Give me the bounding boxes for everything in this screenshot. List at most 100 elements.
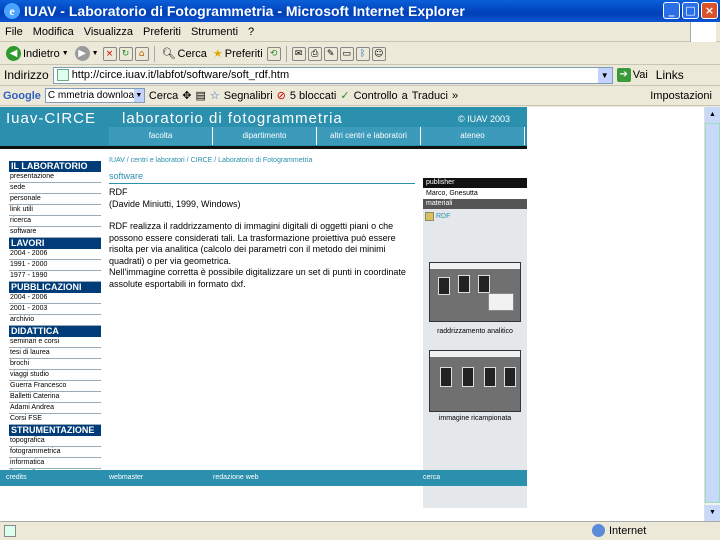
print-icon[interactable]: ⎙: [307, 46, 322, 61]
header-divider: [0, 146, 527, 149]
sidebar-section-title[interactable]: IL LABORATORIO: [9, 161, 101, 172]
sidebar-item[interactable]: 2004 - 2006: [9, 293, 101, 304]
standard-toolbar: ◀ Indietro ▼ ▶ ▼ × ↻ ⌂ 🔍︎ Cerca ★ Prefer…: [0, 43, 720, 65]
popup-blocked-count[interactable]: 5 bloccati: [290, 90, 336, 102]
address-dropdown-icon[interactable]: ▼: [597, 67, 612, 83]
sidebar-item[interactable]: 1991 - 2000: [9, 260, 101, 271]
menu-file[interactable]: File: [0, 26, 28, 38]
sidebar-item[interactable]: 2004 - 2006: [9, 249, 101, 260]
google-search-button[interactable]: Cerca: [149, 90, 178, 102]
footer-webmaster[interactable]: webmaster: [109, 474, 143, 481]
sidebar-item[interactable]: ricerca: [9, 216, 101, 227]
rdf-download-link[interactable]: RDF: [425, 212, 450, 221]
sidebar-item[interactable]: Corsi FSE: [9, 414, 101, 425]
go-arrow-icon: ➔: [616, 68, 631, 82]
google-search-input[interactable]: C mmetria download ▼: [44, 88, 145, 103]
sidebar-item[interactable]: topografica: [9, 436, 101, 447]
sidebar-item[interactable]: Guerra Francesco: [9, 381, 101, 392]
links-button[interactable]: Links: [656, 68, 684, 82]
site-copyright: © IUAV 2003: [458, 114, 510, 124]
tab-ateneo[interactable]: ateneo: [421, 127, 525, 145]
google-logo: Google: [3, 89, 41, 102]
translate-icon: a: [401, 89, 408, 102]
spellcheck-icon: ✓: [340, 90, 350, 102]
menu-help[interactable]: ?: [243, 26, 259, 38]
footer-credits[interactable]: credits: [6, 474, 27, 481]
sidebar-section-title[interactable]: DIDATTICA: [9, 326, 101, 337]
sidebar-item[interactable]: archivio: [9, 315, 101, 326]
sidebar-item[interactable]: 1977 - 1990: [9, 271, 101, 282]
site-title-left[interactable]: Iuav-CIRCE: [6, 110, 96, 127]
tab-dipartimento[interactable]: dipartimento: [213, 127, 317, 145]
maximize-button[interactable]: □: [682, 2, 699, 19]
bluetooth-icon[interactable]: ᛒ: [355, 46, 370, 61]
edit-icon[interactable]: ✎: [323, 46, 338, 61]
description-paragraph-1: RDF realizza il raddrizzamento di immagi…: [109, 221, 396, 266]
sidebar-item[interactable]: fotogrammetrica: [9, 447, 101, 458]
scroll-up-icon[interactable]: ▲: [705, 107, 720, 123]
sidebar-section-title[interactable]: STRUMENTAZIONE: [9, 425, 101, 436]
breadcrumb[interactable]: IUAV / centri e laboratori / CIRCE / Lab…: [109, 157, 312, 164]
sidebar-item[interactable]: link utili: [9, 205, 101, 216]
scroll-down-icon[interactable]: ▼: [705, 505, 720, 521]
search-icon: 🔍︎: [161, 48, 176, 60]
menu-visualizza[interactable]: Visualizza: [79, 26, 138, 38]
sidebar-item[interactable]: brochi: [9, 359, 101, 370]
sidebar-item[interactable]: seminari e corsi: [9, 337, 101, 348]
search-button[interactable]: 🔍︎ Cerca: [160, 47, 209, 61]
browser-window: e IUAV - Laboratorio di Fotogrammetria -…: [0, 0, 720, 540]
messenger-icon[interactable]: ☺: [371, 46, 386, 61]
address-input[interactable]: http://circe.iuav.it/labfot/software/sof…: [52, 66, 613, 84]
sidebar-item[interactable]: Adami Andrea: [9, 403, 101, 414]
security-zone: Internet: [592, 524, 646, 537]
bookmarks-button[interactable]: Segnalibri: [224, 90, 273, 102]
go-button[interactable]: ➔ Vai: [616, 68, 648, 82]
materials-heading: materiali: [423, 199, 527, 209]
pagerank-icon[interactable]: ▤: [195, 89, 205, 102]
footer-redazione[interactable]: redazione web: [213, 474, 259, 481]
site-nav-tabs: facolta dipartimento altri centri e labo…: [0, 127, 527, 145]
back-dropdown-icon[interactable]: ▼: [62, 50, 69, 57]
google-options-icon[interactable]: ✥: [182, 89, 191, 102]
menu-strumenti[interactable]: Strumenti: [186, 26, 243, 38]
sidebar-section-title[interactable]: LAVORI: [9, 238, 101, 249]
rectified-image-thumbnail[interactable]: [429, 262, 521, 322]
close-button[interactable]: ×: [701, 2, 718, 19]
stop-icon[interactable]: ×: [102, 46, 117, 61]
menu-modifica[interactable]: Modifica: [28, 26, 79, 38]
settings-button[interactable]: Impostazioni: [650, 90, 712, 102]
tab-facolta[interactable]: facolta: [109, 127, 213, 145]
menu-preferiti[interactable]: Preferiti: [138, 26, 186, 38]
spellcheck-button[interactable]: Controllo: [354, 90, 398, 102]
refresh-icon[interactable]: ↻: [118, 46, 133, 61]
sidebar-item[interactable]: informatica: [9, 458, 101, 469]
footer-cerca[interactable]: cerca: [423, 474, 440, 481]
sidebar-item[interactable]: sede: [9, 183, 101, 194]
vertical-scrollbar[interactable]: ▲ ▼: [704, 107, 720, 521]
scroll-thumb[interactable]: [705, 123, 720, 503]
forward-button[interactable]: ▶ ▼: [73, 46, 101, 61]
sidebar-section-title[interactable]: PUBBLICAZIONI: [9, 282, 101, 293]
history-icon[interactable]: ⟲: [266, 46, 281, 61]
resampled-image-thumbnail[interactable]: [429, 350, 521, 412]
sidebar-item[interactable]: personale: [9, 194, 101, 205]
forward-dropdown-icon[interactable]: ▼: [92, 50, 99, 57]
sidebar-item[interactable]: 2001 - 2003: [9, 304, 101, 315]
site-footer: credits webmaster redazione web cerca: [0, 470, 527, 486]
home-icon[interactable]: ⌂: [134, 46, 149, 61]
sidebar-item[interactable]: viaggi studio: [9, 370, 101, 381]
translate-button[interactable]: Traduci: [412, 90, 448, 102]
discuss-icon[interactable]: ▭: [339, 46, 354, 61]
favorites-button[interactable]: ★ Preferiti: [211, 47, 265, 61]
minimize-button[interactable]: _: [663, 2, 680, 19]
google-dropdown-icon[interactable]: ▼: [133, 89, 144, 102]
back-button[interactable]: ◀ Indietro ▼: [4, 46, 71, 61]
mail-icon[interactable]: ✉: [291, 46, 306, 61]
more-chevron-icon[interactable]: »: [452, 90, 458, 102]
tab-altri-centri[interactable]: altri centri e laboratori: [317, 127, 421, 145]
menu-bar: File Modifica Visualizza Preferiti Strum…: [0, 22, 720, 42]
sidebar-item[interactable]: Balletti Caterina: [9, 392, 101, 403]
sidebar-item[interactable]: presentazione: [9, 172, 101, 183]
sidebar-item[interactable]: software: [9, 227, 101, 238]
sidebar-item[interactable]: tesi di laurea: [9, 348, 101, 359]
